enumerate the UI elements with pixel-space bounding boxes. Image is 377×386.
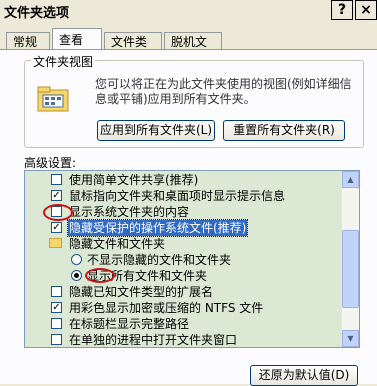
- help-button[interactable]: ?: [331, 0, 353, 20]
- list-item: 隐藏文件和文件夹: [25, 236, 341, 252]
- window-title: 文件夹选项: [4, 6, 70, 21]
- list-item-label: 隐藏文件和文件夹: [69, 237, 166, 251]
- list-item-label: 鼠标指向文件夹和桌面项时显示提示信息: [69, 189, 286, 203]
- folder-views-group: 文件夹视图 您可以将正在为此文件夹使用的视图(例如详细信息或平铺)应用到所有文件…: [24, 53, 364, 148]
- tab-general[interactable]: 常规: [6, 32, 50, 50]
- list-item[interactable]: ✓ 用彩色显示加密或压缩的 NTFS 文件: [25, 300, 341, 316]
- folder-views-description: 您可以将正在为此文件夹使用的视图(例如详细信息或平铺)应用到所有文件夹。: [95, 77, 352, 106]
- checkbox[interactable]: [51, 174, 62, 185]
- close-button[interactable]: ×: [355, 0, 377, 20]
- folder-icon: [49, 238, 62, 248]
- tab-file-types[interactable]: 文件类型: [104, 32, 162, 67]
- scroll-down-button[interactable]: ▼: [342, 330, 359, 347]
- list-item[interactable]: 显示所有文件和文件夹: [25, 268, 341, 284]
- scroll-thumb[interactable]: [342, 230, 359, 308]
- tab-view[interactable]: 查看: [52, 28, 102, 50]
- annotation-ellipse: [43, 204, 73, 221]
- restore-defaults-button[interactable]: 还原为默认值(D): [250, 365, 358, 386]
- list-item-label: 在标题栏显示完整路径: [69, 317, 190, 331]
- list-scrollbar[interactable]: ▲ ▼: [342, 171, 359, 347]
- folder-views-title: 文件夹视图: [31, 53, 96, 70]
- list-item[interactable]: 隐藏已知文件类型的扩展名: [25, 284, 341, 300]
- list-item[interactable]: ✓ 鼠标指向文件夹和桌面项时显示提示信息: [25, 188, 341, 204]
- list-item-label: 在单独的进程中打开文件夹窗口: [69, 333, 238, 347]
- list-item-label: 不显示隐藏的文件和文件夹: [87, 253, 232, 267]
- radio-button[interactable]: [71, 254, 82, 265]
- checkbox[interactable]: ✓: [51, 222, 62, 233]
- advanced-settings-list[interactable]: 使用简单文件共享(推荐) ✓ 鼠标指向文件夹和桌面项时显示提示信息 显示系统文件…: [24, 170, 360, 348]
- scroll-up-button[interactable]: ▲: [342, 171, 359, 188]
- list-item[interactable]: 使用简单文件共享(推荐): [25, 172, 341, 188]
- reset-all-folders-button[interactable]: 重置所有文件夹(R): [223, 120, 345, 141]
- list-item-label: 使用简单文件共享(推荐): [69, 173, 199, 187]
- list-item-label: 用彩色显示加密或压缩的 NTFS 文件: [69, 301, 264, 315]
- list-item-label: 显示系统文件夹的内容: [69, 205, 190, 219]
- radio-button[interactable]: [71, 270, 82, 281]
- checkbox[interactable]: ✓: [51, 302, 62, 313]
- list-item[interactable]: ✓ 隐藏受保护的操作系统文件(推荐): [25, 219, 341, 237]
- tab-offline-files[interactable]: 脱机文件: [164, 32, 222, 67]
- annotation-ellipse: [85, 268, 115, 283]
- list-item-label: 隐藏已知文件类型的扩展名: [69, 285, 214, 299]
- checkbox[interactable]: [51, 286, 62, 297]
- apply-to-all-folders-button[interactable]: 应用到所有文件夹(L): [97, 120, 215, 141]
- view-tab-panel: 文件夹视图 您可以将正在为此文件夹使用的视图(例如详细信息或平铺)应用到所有文件…: [0, 49, 377, 386]
- list-item[interactable]: 在标题栏显示完整路径: [25, 316, 341, 332]
- checkbox[interactable]: [51, 318, 62, 329]
- list-item[interactable]: 不显示隐藏的文件和文件夹: [25, 252, 341, 268]
- checkbox[interactable]: [51, 334, 62, 345]
- checkbox[interactable]: ✓: [51, 190, 62, 201]
- advanced-settings-label: 高级设置:: [24, 156, 77, 170]
- folder-view-icon: [37, 86, 69, 112]
- list-item[interactable]: 在单独的进程中打开文件夹窗口: [25, 332, 341, 347]
- list-item-label: 隐藏受保护的操作系统文件(推荐): [66, 219, 249, 237]
- title-bar: 文件夹选项 ? ×: [0, 0, 377, 21]
- tab-strip: 常规 查看 文件类型 脱机文件: [0, 28, 377, 67]
